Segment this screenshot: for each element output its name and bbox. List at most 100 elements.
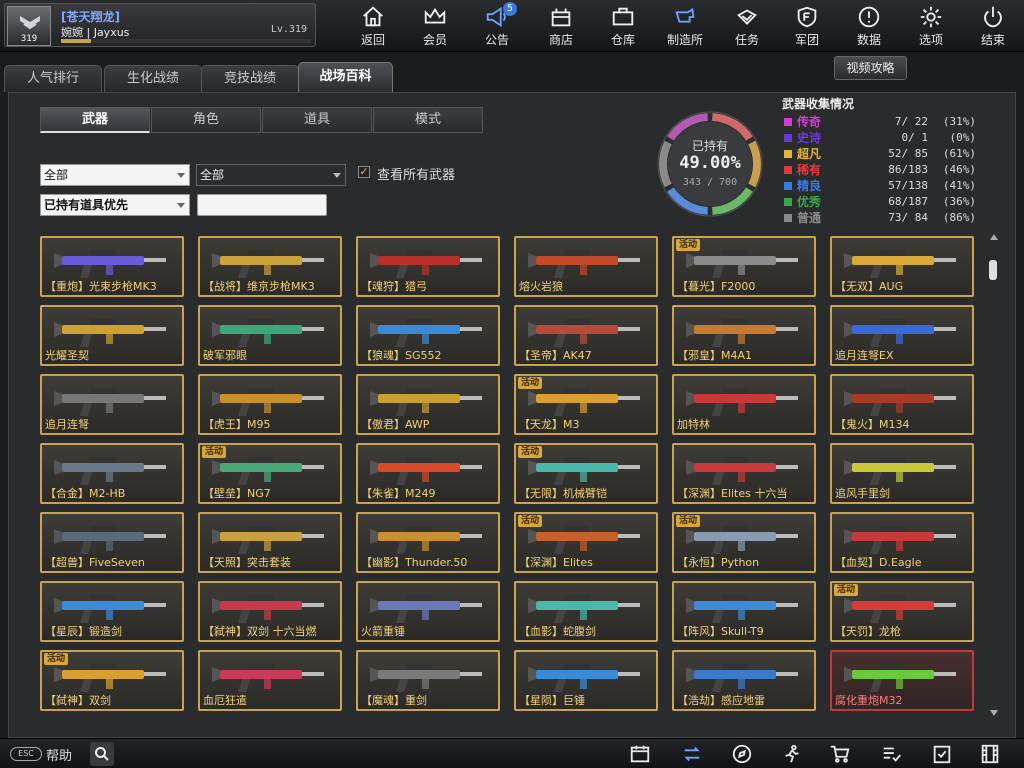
stat-row: 稀有 86/183 (46%) <box>782 162 977 178</box>
weapon-card[interactable]: 追月连弩EX <box>830 305 974 366</box>
weapon-name: 【鬼火】M134 <box>835 418 910 431</box>
scroll-up-icon[interactable] <box>990 234 998 240</box>
weapon-name: 【星辰】锻造剑 <box>45 625 122 638</box>
weapon-card[interactable]: 【魂狩】猎弓 <box>356 236 500 297</box>
subtab-weapons[interactable]: 武器 <box>40 107 150 133</box>
weapon-card[interactable]: 【无限】机械臂铠 活动 <box>514 443 658 504</box>
nav-shop-button[interactable]: 商店 <box>530 4 592 48</box>
weapon-icon <box>686 388 798 416</box>
nav-task-button[interactable]: 任务 <box>716 4 778 48</box>
nav-home-button[interactable]: 返回 <box>342 4 404 48</box>
weapon-icon <box>212 457 324 485</box>
chevron-down-icon <box>177 173 185 178</box>
tab-battlefield-wiki[interactable]: 战场百科 <box>298 62 393 92</box>
weapon-card[interactable]: 【暮光】F2000 活动 <box>672 236 816 297</box>
film-button[interactable] <box>978 743 1002 765</box>
weapon-card[interactable]: 追风手里剑 <box>830 443 974 504</box>
weapon-icon <box>686 319 798 347</box>
weapon-card[interactable]: 【天龙】M3 活动 <box>514 374 658 435</box>
task-icon <box>737 9 757 25</box>
player-profile[interactable]: 319 [苍天翔龙] 婉婉 | Jayxus Lv.319 <box>4 3 316 47</box>
weapon-card[interactable]: 【超兽】FiveSeven <box>40 512 184 573</box>
nav-power-button[interactable]: 结束 <box>962 4 1024 48</box>
tab-popularity[interactable]: 人气排行 <box>4 65 102 92</box>
top-bar: 319 [苍天翔龙] 婉婉 | Jayxus Lv.319 返回 会员 公告 5 商店 仓… <box>0 0 1024 52</box>
weapon-icon <box>686 457 798 485</box>
nav-briefcase-button[interactable]: 仓库 <box>592 4 654 48</box>
category-select[interactable]: 全部 <box>40 164 190 186</box>
weapon-card[interactable]: 【朱雀】M249 <box>356 443 500 504</box>
nav-label: 仓库 <box>610 33 635 47</box>
weapon-card[interactable]: 加特林 <box>672 374 816 435</box>
subtab-characters[interactable]: 角色 <box>151 107 261 133</box>
weapon-card[interactable]: 【血契】D.Eagle <box>830 512 974 573</box>
subcategory-select[interactable]: 全部 <box>196 164 346 186</box>
weapon-card[interactable]: 【重炮】光束步枪MK3 <box>40 236 184 297</box>
weapon-card[interactable]: 【血影】蛇腹剑 <box>514 581 658 642</box>
weapon-card[interactable]: 【浩劫】感应地雷 <box>672 650 816 711</box>
subtab-modes[interactable]: 模式 <box>373 107 483 133</box>
compass-button[interactable] <box>730 743 754 765</box>
nav-gear-button[interactable]: 选项 <box>900 4 962 48</box>
rarity-count: 73/ 84 <box>888 211 928 224</box>
weapon-card[interactable]: 【无双】AUG <box>830 236 974 297</box>
list-check-button[interactable] <box>880 743 904 765</box>
sort-select[interactable]: 已持有道具优先 <box>40 194 190 216</box>
rarity-name: 优秀 <box>797 195 822 209</box>
runner-button[interactable] <box>780 743 804 765</box>
cart-button[interactable] <box>828 743 852 765</box>
calendar-button[interactable] <box>628 743 652 765</box>
weapon-name: 【合金】M2-HB <box>45 487 126 500</box>
weapon-icon <box>54 664 166 692</box>
weapon-card[interactable]: 【邪皇】M4A1 <box>672 305 816 366</box>
weapon-card[interactable]: 【傲君】AWP <box>356 374 500 435</box>
weapon-card[interactable]: 追月连弩 <box>40 374 184 435</box>
weapon-card[interactable]: 【永恒】Python 活动 <box>672 512 816 573</box>
scrollbar-thumb[interactable] <box>989 260 997 280</box>
weapon-card[interactable]: 【幽影】Thunder.50 <box>356 512 500 573</box>
weapon-card[interactable]: 【合金】M2-HB <box>40 443 184 504</box>
exchange-button[interactable] <box>680 743 704 765</box>
weapon-card[interactable]: 【弑神】双剑 活动 <box>40 650 184 711</box>
weapon-card[interactable]: 【壁垒】NG7 活动 <box>198 443 342 504</box>
help-label[interactable]: 帮助 <box>46 745 72 764</box>
weapon-card[interactable]: 光耀圣契 <box>40 305 184 366</box>
nav-info-button[interactable]: 数据 <box>838 4 900 48</box>
weapon-card[interactable]: 【狼魂】SG552 <box>356 305 500 366</box>
weapon-card[interactable]: 【战将】维京步枪MK3 <box>198 236 342 297</box>
grid-scrollbar[interactable] <box>987 234 1001 716</box>
weapon-card[interactable]: 【圣帝】AK47 <box>514 305 658 366</box>
weapon-card[interactable]: 血厄狂遣 <box>198 650 342 711</box>
subtab-items[interactable]: 道具 <box>262 107 372 133</box>
search-button[interactable] <box>90 742 114 766</box>
weapon-name: 【战将】维京步枪MK3 <box>203 280 315 293</box>
weapon-card[interactable]: 【星陨】巨锤 <box>514 650 658 711</box>
video-guide-button[interactable]: 视频攻略 <box>834 56 907 80</box>
weapon-card[interactable]: 【深渊】Elites 十六当 <box>672 443 816 504</box>
weapon-card[interactable]: 破军邪眼 <box>198 305 342 366</box>
weapon-card[interactable]: 【鬼火】M134 <box>830 374 974 435</box>
weapon-card[interactable]: 熔火岩狼 <box>514 236 658 297</box>
nav-crown-button[interactable]: 会员 <box>404 4 466 48</box>
rank-emblem-icon <box>20 16 40 30</box>
weapon-card[interactable]: 【天罚】龙枪 活动 <box>830 581 974 642</box>
weapon-card[interactable]: 【阵风】Skull-T9 <box>672 581 816 642</box>
tab-zombie-record[interactable]: 生化战绩 <box>104 65 202 92</box>
weapon-card[interactable]: 【虎王】M95 <box>198 374 342 435</box>
weapon-card[interactable]: 【天照】突击套装 <box>198 512 342 573</box>
weapon-card[interactable]: 火箭重锤 <box>356 581 500 642</box>
weapon-card[interactable]: 【弑神】双剑 十六当燃 <box>198 581 342 642</box>
tab-arena-record[interactable]: 竞技战绩 <box>201 65 299 92</box>
weapon-icon <box>54 250 166 278</box>
checklist-button[interactable] <box>930 743 954 765</box>
weapon-card[interactable]: 【魔魂】重剑 <box>356 650 500 711</box>
weapon-card[interactable]: 【星辰】锻造剑 <box>40 581 184 642</box>
nav-megaphone-button[interactable]: 公告 5 <box>466 2 528 48</box>
nav-shield-button[interactable]: 军团 <box>776 4 838 48</box>
scroll-down-icon[interactable] <box>990 710 998 716</box>
weapon-name: 血厄狂遣 <box>203 694 247 707</box>
nav-forge-button[interactable]: 制造所 <box>654 4 716 48</box>
weapon-card[interactable]: 腐化重炮M32 <box>830 650 974 711</box>
weapon-card[interactable]: 【深渊】Elites 活动 <box>514 512 658 573</box>
search-input[interactable] <box>197 194 327 216</box>
